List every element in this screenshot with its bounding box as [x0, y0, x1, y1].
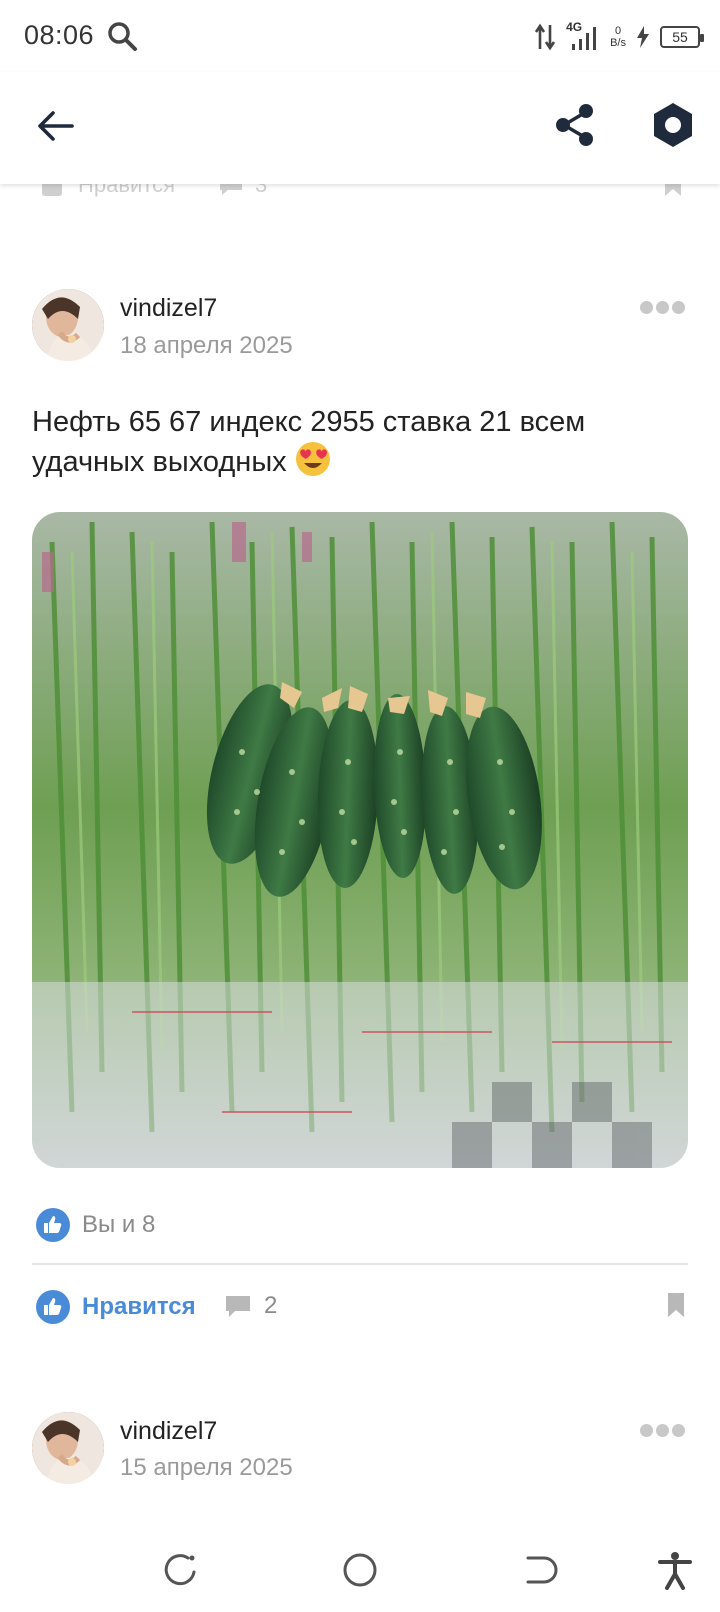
author-name[interactable]: vindizel7 — [120, 1417, 217, 1446]
post-actions: Нравится 2 — [36, 1290, 686, 1326]
system-nav-bar — [0, 1530, 720, 1612]
comment-button[interactable]: 2 — [224, 1292, 277, 1320]
like-button[interactable]: Нравится — [36, 1290, 196, 1324]
back-arrow-icon[interactable] — [34, 104, 78, 148]
back-nav-icon[interactable] — [520, 1550, 560, 1590]
bookmark-icon[interactable] — [666, 1292, 686, 1318]
share-icon[interactable] — [552, 102, 598, 148]
post-date: 15 апреля 2025 — [120, 1454, 293, 1481]
thumbs-up-icon — [36, 1290, 70, 1324]
more-options-icon[interactable] — [640, 1420, 686, 1440]
likes-summary[interactable]: Вы и 8 — [36, 1208, 155, 1242]
like-label: Нравится — [82, 1293, 196, 1320]
heart-eyes-emoji-icon — [295, 442, 330, 476]
recent-apps-icon[interactable] — [160, 1550, 200, 1590]
settings-hexagon-icon[interactable] — [648, 100, 698, 150]
post-image[interactable] — [32, 512, 688, 1168]
post-date: 18 апреля 2025 — [120, 332, 293, 359]
likes-summary-text: Вы и 8 — [82, 1211, 156, 1238]
avatar[interactable] — [32, 1412, 104, 1484]
post-text: Нефть 65 67 индекс 2955 ставка 21 всем у… — [32, 403, 692, 481]
more-options-icon[interactable] — [640, 297, 686, 317]
author-name[interactable]: vindizel7 — [120, 294, 217, 323]
comments-count: 2 — [264, 1292, 278, 1319]
thumbs-up-icon — [36, 1208, 70, 1242]
accessibility-icon[interactable] — [655, 1550, 695, 1590]
post-card: vindizel7 15 апреля 2025 — [0, 1380, 720, 1500]
divider — [32, 1263, 688, 1265]
comment-icon — [226, 1296, 250, 1317]
avatar[interactable] — [32, 289, 104, 361]
home-icon[interactable] — [340, 1550, 380, 1590]
app-bar — [0, 72, 720, 184]
